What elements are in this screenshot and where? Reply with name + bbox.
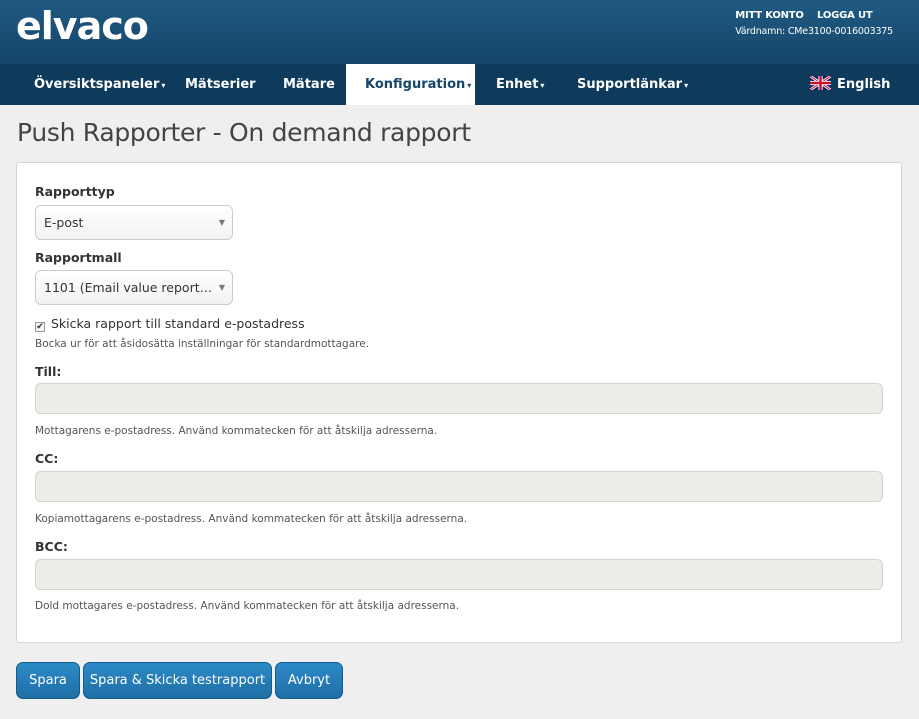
to-help: Mottagarens e-postadress. Använd kommate… (35, 425, 438, 437)
report-form-panel: Rapporttyp E-post ▼ Rapportmall 1101 (Em… (16, 162, 902, 643)
report-template-label: Rapportmall (35, 250, 122, 265)
nav-label: Konfiguration (365, 77, 466, 92)
logout-link[interactable]: LOGGA UT (817, 10, 873, 21)
nav-konfiguration[interactable]: Konfiguration ▾ (346, 64, 475, 105)
nav-label: Översiktspaneler (34, 77, 160, 92)
bcc-help: Dold mottagares e-postadress. Använd kom… (35, 600, 460, 612)
save-button[interactable]: Spara (16, 662, 80, 699)
nav-oversiktspaneler[interactable]: Översiktspaneler ▾ (15, 64, 184, 105)
chevron-down-icon: ▾ (467, 81, 472, 90)
nav-label: Enhet (496, 77, 539, 92)
chevron-down-icon: ▾ (161, 81, 166, 90)
top-header: elvaco MITT KONTO LOGGA UT Värdnamn: CMe… (0, 0, 919, 64)
cc-input[interactable] (35, 471, 883, 502)
account-links: MITT KONTO LOGGA UT (735, 10, 893, 21)
hostname-text: Värdnamn: CMe3100-0016003375 (735, 26, 893, 37)
select-arrow-icon: ▼ (218, 283, 225, 292)
send-default-label: Skicka rapport till standard e-postadres… (51, 316, 305, 331)
account-area: MITT KONTO LOGGA UT Värdnamn: CMe3100-00… (735, 10, 893, 37)
report-template-select[interactable]: 1101 (Email value report… ▼ (35, 270, 233, 305)
uk-flag-icon (810, 76, 831, 90)
bcc-input[interactable] (35, 559, 883, 590)
language-label: English (837, 77, 891, 92)
report-type-label: Rapporttyp (35, 184, 115, 199)
elvaco-logo[interactable]: elvaco (16, 4, 149, 48)
nav-matserier[interactable]: Mätserier (166, 64, 275, 105)
report-type-select[interactable]: E-post ▼ (35, 205, 233, 240)
cancel-button[interactable]: Avbryt (275, 662, 343, 699)
cc-help: Kopiamottagarens e-postadress. Använd ko… (35, 513, 468, 525)
nav-label: Mätserier (185, 77, 256, 92)
report-type-value: E-post (44, 215, 84, 230)
bcc-label: BCC: (35, 539, 68, 554)
nav-label: Mätare (283, 77, 335, 92)
to-input[interactable] (35, 383, 883, 414)
nav-supportlankar[interactable]: Supportlänkar ▾ (558, 64, 707, 105)
report-template-value: 1101 (Email value report… (44, 280, 213, 295)
send-default-checkbox[interactable]: ✔ (35, 322, 45, 332)
nav-matare[interactable]: Mätare (264, 64, 354, 105)
select-arrow-icon: ▼ (218, 218, 225, 227)
main-nav: Översiktspaneler ▾ Mätserier Mätare Konfi… (0, 64, 919, 105)
chevron-down-icon: ▾ (684, 81, 689, 90)
nav-enhet[interactable]: Enhet ▾ (477, 64, 563, 105)
my-account-link[interactable]: MITT KONTO (735, 10, 804, 21)
send-default-row: ✔ Skicka rapport till standard e-postadre… (35, 316, 305, 332)
save-send-test-button[interactable]: Spara & Skicka testrapport (83, 662, 272, 699)
to-label: Till: (35, 364, 62, 379)
nav-label: Supportlänkar (577, 77, 683, 92)
send-default-help: Bocka ur för att åsidosätta inställninga… (35, 338, 370, 350)
language-selector[interactable]: English (791, 64, 909, 105)
chevron-down-icon: ▾ (540, 81, 545, 90)
cc-label: CC: (35, 451, 59, 466)
page-title: Push Rapporter - On demand rapport (17, 118, 471, 147)
